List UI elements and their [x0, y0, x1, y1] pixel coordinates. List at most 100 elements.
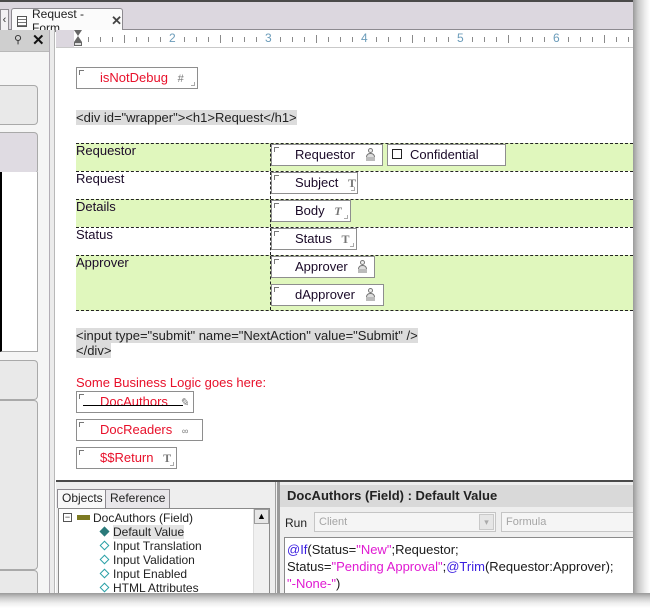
tree-item-input-validation[interactable]: Input Validation [99, 553, 195, 567]
objects-tree[interactable]: − DocAuthors (Field) Default Value Input… [58, 508, 270, 593]
run-location-select[interactable]: Client ▾ [314, 512, 496, 532]
passthru-html-submit[interactable]: <input type="submit" name="NextAction" v… [76, 328, 418, 343]
designer-window: ‹ Request - Form ✕ ⚲ ✕ 2 3 4 5 6 isNotDebug … [0, 0, 633, 593]
ruler-tick [424, 37, 425, 42]
left-panel-section[interactable] [0, 85, 38, 125]
ruler-tick [220, 35, 221, 43]
field-status[interactable]: Status T [271, 228, 357, 250]
field-subject[interactable]: Subject T [271, 172, 358, 194]
passthru-html-open[interactable]: <div id="wrapper"><h1>Request</h1> [76, 110, 297, 125]
close-icon[interactable]: ✕ [32, 31, 45, 49]
field-corner-mark [351, 187, 355, 191]
field-corner-mark [274, 259, 279, 264]
ruler-tick [604, 35, 605, 43]
ruler-tick [436, 37, 437, 42]
ruler-tick [112, 37, 113, 42]
left-panel-section[interactable] [0, 400, 38, 570]
programmer-pane: Objects Reference − DocAuthors (Field) D… [56, 480, 633, 593]
ruler-number: 6 [553, 31, 560, 45]
field-name: Requestor [295, 147, 355, 162]
form-icon [17, 15, 27, 27]
run-label: Run [285, 516, 308, 530]
row-label: Status [76, 227, 113, 242]
left-panel-section-selected[interactable] [0, 132, 38, 174]
field-body[interactable]: Body T [271, 200, 351, 222]
left-panel-list[interactable] [0, 172, 38, 352]
formula-editor[interactable]: @If(Status="New";Requestor; Status="Pend… [284, 537, 633, 593]
collapse-icon[interactable]: − [63, 513, 72, 522]
left-panel-section[interactable] [0, 570, 38, 593]
passthru-html-close[interactable]: </div> [76, 343, 112, 358]
business-logic-label: Some Business Logic goes here: [76, 375, 267, 390]
checkbox-icon[interactable] [392, 149, 402, 159]
field-approver[interactable]: Approver [271, 256, 375, 278]
ruler-tick [280, 37, 281, 42]
tab-scroll-left-button[interactable]: ‹ [0, 9, 9, 32]
checkbox-confidential[interactable]: Confidential [387, 144, 506, 166]
ruler-tick [256, 37, 257, 42]
readers-field-icon: ∞ [181, 426, 189, 436]
code-line: Status="Pending Approval";@Trim(Requesto… [287, 559, 614, 574]
tree-item-input-translation[interactable]: Input Translation [99, 539, 202, 553]
checkbox-label: Confidential [410, 147, 479, 162]
tree-item-input-enabled[interactable]: Input Enabled [99, 567, 187, 581]
ruler-tick [292, 37, 293, 42]
field-docauthors[interactable]: DocAuthors ✎ [76, 391, 194, 413]
field-name: Subject [295, 175, 339, 190]
pin-icon[interactable]: ⚲ [14, 33, 22, 46]
ruler-margin [56, 30, 74, 47]
ruler-tick [316, 35, 317, 43]
ruler-tick [376, 37, 377, 42]
event-diamond-icon [99, 526, 110, 537]
ruler-tick [400, 37, 401, 42]
field-corner-mark [274, 287, 279, 292]
field-return[interactable]: $$Return T [76, 447, 177, 469]
field-corner-mark [344, 215, 348, 219]
field-icon [77, 515, 90, 520]
language-select[interactable]: Formula [501, 512, 633, 532]
ruler-tick [328, 37, 329, 42]
ruler-tick [88, 37, 89, 42]
tree-root-docauthors[interactable]: DocAuthors (Field) [77, 511, 193, 525]
field-name: dApprover [295, 287, 355, 302]
run-location-value: Client [319, 516, 348, 528]
tree-scrollbar[interactable]: ▲ [253, 509, 269, 593]
field-docreaders[interactable]: DocReaders ∞ [76, 419, 203, 441]
ruler-tick [160, 37, 161, 42]
ruler-tick [580, 37, 581, 42]
indent-marker-handle[interactable] [74, 30, 83, 47]
ruler-tick [472, 37, 473, 42]
page-shadow [633, 0, 650, 608]
scroll-up-button[interactable]: ▲ [254, 509, 269, 524]
ruler-tick [232, 37, 233, 42]
close-icon[interactable]: ✕ [111, 13, 122, 29]
tree-item-html-attributes[interactable]: HTML Attributes [99, 581, 199, 593]
tree-item-default-value[interactable]: Default Value [99, 525, 185, 539]
event-diamond-icon [99, 582, 110, 593]
ruler-tick [544, 37, 545, 42]
table-row[interactable]: Details [76, 199, 633, 227]
panel-splitter[interactable] [50, 30, 55, 593]
field-name: $$Return [100, 450, 154, 465]
ruler-tick [148, 37, 149, 42]
form-design-surface[interactable]: isNotDebug # <div id="wrapper"><h1>Reque… [56, 49, 633, 480]
field-requestor[interactable]: Requestor [271, 144, 383, 166]
ruler-tick [484, 37, 485, 42]
row-label: Approver [76, 255, 129, 270]
ruler: 2 3 4 5 6 [56, 30, 633, 48]
ruler-tick [352, 37, 353, 42]
tab-objects[interactable]: Objects [57, 489, 108, 508]
field-corner-mark [79, 70, 84, 75]
ruler-tick [520, 37, 521, 42]
chevron-down-icon[interactable]: ▾ [479, 514, 494, 530]
field-isnotdebug[interactable]: isNotDebug # [76, 67, 198, 89]
tab-reference[interactable]: Reference [105, 489, 171, 508]
field-dapprover[interactable]: dApprover [271, 284, 384, 306]
event-diamond-icon [99, 540, 110, 551]
left-panel-section[interactable] [0, 360, 38, 400]
ruler-tick [124, 35, 125, 43]
code-pane: DocAuthors (Field) : Default Value Run C… [277, 482, 633, 593]
field-corner-mark [79, 394, 84, 399]
authors-field-icon: ✎ [179, 397, 189, 409]
ruler-number: 2 [169, 31, 176, 45]
